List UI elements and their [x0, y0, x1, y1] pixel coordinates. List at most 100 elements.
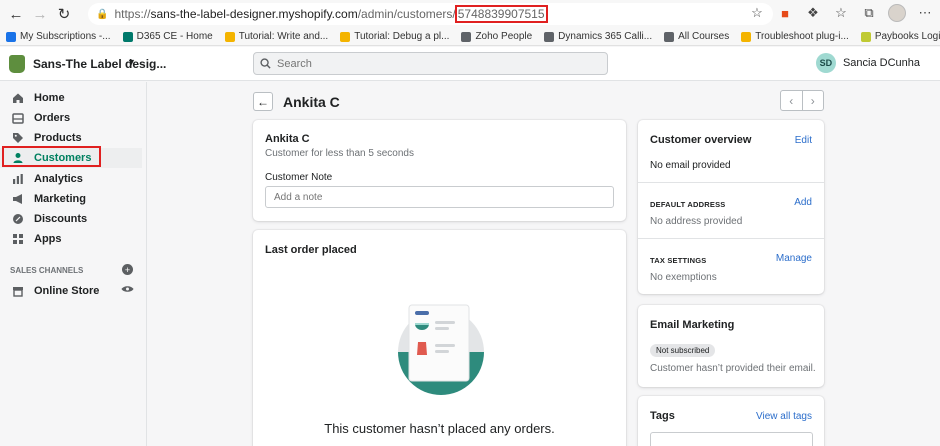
customer-overview-heading: Customer overview — [650, 134, 752, 146]
bookmark-item[interactable]: D365 CE - Home — [117, 31, 219, 42]
back-button[interactable]: ← — [253, 92, 273, 111]
add-sales-channel-icon[interactable]: + — [122, 264, 133, 275]
sidebar-item-apps[interactable]: Apps — [0, 229, 142, 249]
sidebar-item-orders[interactable]: Orders — [0, 108, 142, 128]
bookmark-item[interactable]: Tutorial: Debug a pl... — [334, 31, 455, 42]
bookmark-label: D365 CE - Home — [136, 31, 213, 42]
bookmark-icon — [461, 31, 472, 42]
bookmark-label: My Subscriptions -... — [20, 31, 111, 42]
bookmark-icon — [340, 31, 351, 42]
apps-icon — [11, 233, 24, 246]
bookmarks-bar: My Subscriptions -... D365 CE - Home Tutor… — [0, 28, 940, 46]
bookmark-label: Troubleshoot plug-i... — [755, 31, 849, 42]
favorite-star-icon[interactable]: ☆ — [746, 2, 768, 24]
bookmark-label: Tutorial: Debug a pl... — [354, 31, 450, 42]
shopify-logo-icon — [9, 55, 25, 73]
eye-icon[interactable] — [121, 285, 134, 293]
collections-icon[interactable]: ⧉ — [858, 2, 880, 24]
bookmark-icon — [224, 31, 235, 42]
sidebar-item-label: Apps — [34, 233, 62, 245]
customer-note-input[interactable] — [265, 186, 614, 208]
sidebar-item-label: Analytics — [34, 173, 83, 185]
extension-puzzle-icon[interactable]: ❖ — [802, 2, 824, 24]
address-status: No address provided — [650, 216, 743, 227]
bookmark-label: All Courses — [678, 31, 730, 42]
sidebar-item-label: Online Store — [34, 285, 100, 297]
empty-orders-illustration — [398, 304, 484, 395]
avatar: SD — [815, 53, 836, 73]
forward-arrow-icon[interactable]: → — [28, 2, 52, 26]
divider — [638, 182, 824, 183]
sidebar-item-discounts[interactable]: Discounts — [0, 209, 142, 229]
sidebar-item-label: Products — [34, 132, 82, 144]
sidebar-item-products[interactable]: Products — [0, 128, 142, 148]
user-menu[interactable]: SD Sancia DCunha — [815, 53, 920, 73]
home-icon — [11, 92, 24, 105]
sidebar-item-label: Marketing — [34, 193, 86, 205]
bookmark-item[interactable]: Tutorial: Write and... — [219, 31, 334, 42]
email-marketing-card: Email Marketing Not subscribed Customer … — [638, 305, 824, 387]
search-bar[interactable] — [253, 52, 608, 75]
search-icon — [260, 58, 271, 69]
manage-tax-link[interactable]: Manage — [776, 253, 812, 264]
sidebar-item-home[interactable]: Home — [0, 88, 142, 108]
sales-channels-heading: SALES CHANNELS — [10, 266, 84, 275]
bookmark-icon — [664, 31, 675, 42]
tags-heading: Tags — [650, 410, 675, 422]
url-path: /admin/customers/ — [357, 7, 456, 21]
previous-customer-button[interactable]: ‹ — [781, 91, 803, 110]
customer-note-label: Customer Note — [265, 172, 333, 183]
profile-icon[interactable] — [886, 2, 908, 24]
chevron-down-icon[interactable]: ▼ — [127, 57, 136, 67]
shop-name[interactable]: Sans-The Label desig... — [33, 57, 166, 71]
view-all-tags-link[interactable]: View all tags — [756, 411, 812, 422]
last-order-card: Last order placed This customer hasn’t p… — [253, 230, 626, 446]
tags-input[interactable] — [650, 432, 813, 446]
customers-highlight-box — [2, 146, 101, 167]
url-host: sans-the-label-designer.myshopify.com — [150, 7, 358, 21]
address-bar[interactable]: 🔒 https://sans-the-label-designer.myshop… — [88, 3, 773, 25]
email-marketing-text: Customer hasn’t provided their email. — [650, 363, 816, 374]
page-title: Ankita C — [283, 94, 340, 110]
favorites-icon[interactable]: ☆ — [830, 2, 852, 24]
refresh-icon[interactable]: ↻ — [52, 2, 76, 26]
customer-name: Ankita C — [265, 133, 310, 145]
bookmark-icon — [6, 31, 16, 42]
sidebar: Home Orders Products Customers Analytics… — [0, 82, 147, 446]
megaphone-icon — [11, 193, 24, 206]
bookmark-label: Tutorial: Write and... — [238, 31, 329, 42]
bookmark-item[interactable]: Troubleshoot plug-i... — [735, 31, 855, 42]
bookmark-item[interactable]: All Courses — [658, 31, 735, 42]
tags-card: Tags View all tags — [638, 396, 824, 446]
bookmark-icon — [122, 31, 133, 42]
orders-icon — [11, 112, 24, 125]
url-prefix: https:// — [114, 7, 151, 21]
discount-icon — [11, 213, 24, 226]
sidebar-item-analytics[interactable]: Analytics — [0, 169, 142, 189]
sidebar-item-label: Home — [34, 92, 65, 104]
bookmark-label: Paybooks Login | Pa... — [874, 31, 940, 42]
tag-icon — [11, 132, 24, 145]
edit-overview-link[interactable]: Edit — [795, 135, 812, 146]
sidebar-item-marketing[interactable]: Marketing — [0, 189, 142, 209]
bookmark-item[interactable]: Dynamics 365 Calli... — [538, 31, 658, 42]
bookmark-icon — [741, 31, 752, 42]
bookmark-icon — [544, 31, 555, 42]
status-badge: Not subscribed — [650, 344, 716, 357]
shopify-topbar: Sans-The Label desig... ▼ SD Sancia DCun… — [0, 47, 940, 81]
customer-details-card: Ankita C Customer for less than 5 second… — [253, 120, 626, 221]
tax-settings-heading: TAX SETTINGS — [650, 256, 707, 265]
lock-icon: 🔒 — [96, 8, 109, 20]
back-arrow-icon[interactable]: ← — [4, 2, 28, 26]
bookmark-label: Dynamics 365 Calli... — [558, 31, 653, 42]
next-customer-button[interactable]: › — [803, 91, 824, 110]
bookmark-item[interactable]: My Subscriptions -... — [0, 31, 117, 42]
arrow-left-icon: ← — [257, 94, 269, 109]
office-extension-icon[interactable]: ■ — [774, 2, 796, 24]
bookmark-item[interactable]: Paybooks Login | Pa... — [855, 31, 940, 42]
bookmark-item[interactable]: Zoho People — [455, 31, 538, 42]
bookmark-icon — [860, 31, 871, 42]
more-options-icon[interactable]: ⋯ — [914, 2, 936, 24]
add-address-link[interactable]: Add — [794, 197, 812, 208]
search-input[interactable] — [277, 57, 577, 70]
